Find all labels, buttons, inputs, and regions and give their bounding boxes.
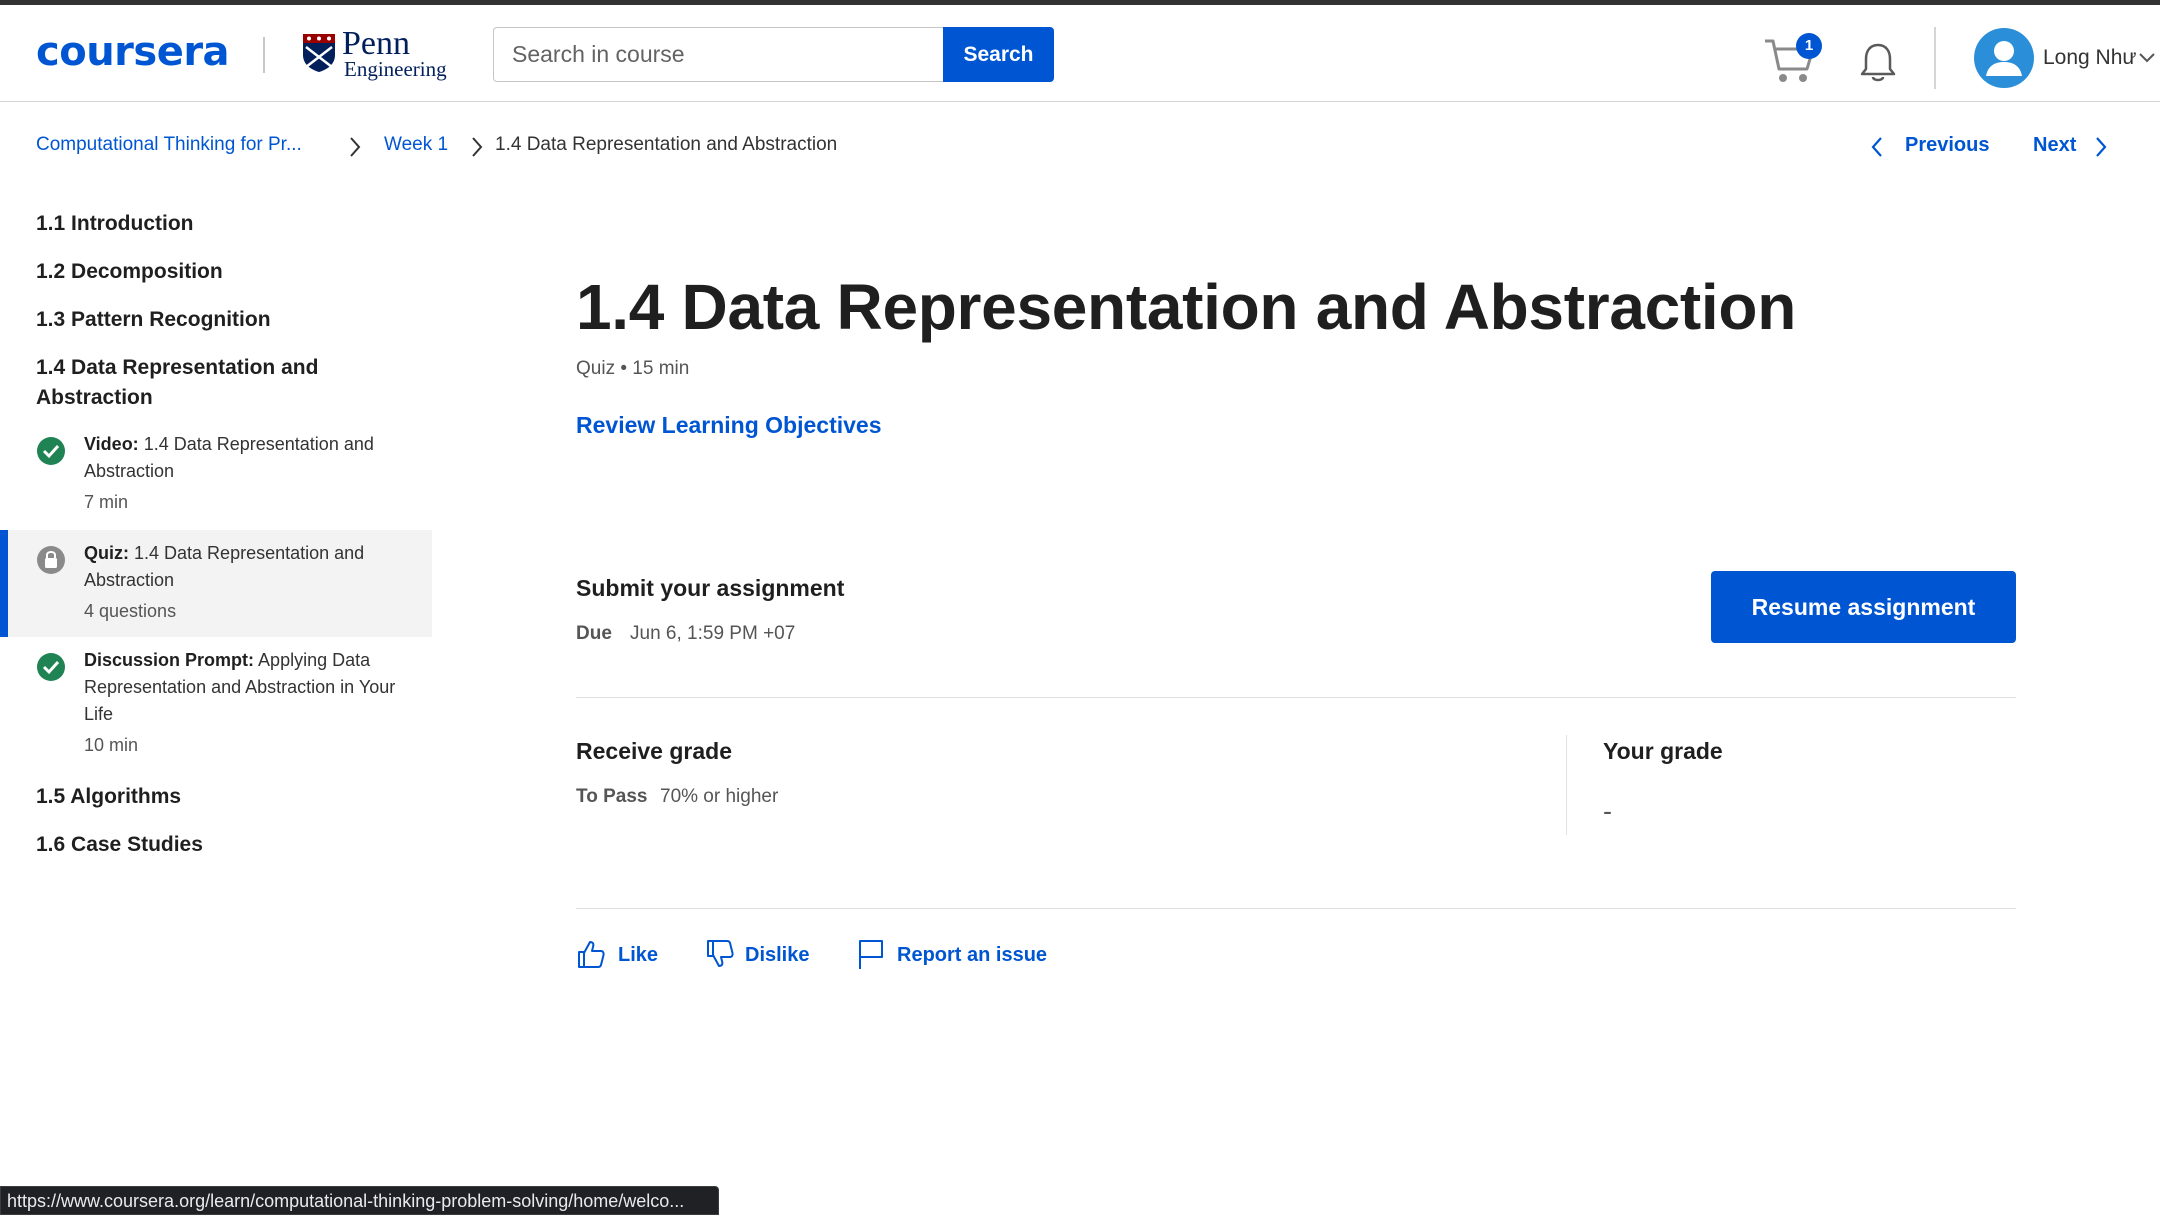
your-grade-heading: Your grade <box>1603 738 1723 764</box>
sidebar-item-quiz[interactable]: Quiz: 1.4 Data Representation and Abstra… <box>0 530 432 637</box>
active-indicator <box>0 530 8 637</box>
item-meta: 4 questions <box>84 601 177 621</box>
coursera-logo[interactable]: coursera <box>36 29 230 75</box>
divider <box>576 697 2016 698</box>
lock-icon <box>37 546 65 574</box>
like-button[interactable]: Like <box>576 938 659 972</box>
dislike-label: Dislike <box>745 944 810 966</box>
your-grade-value: - <box>1603 796 1612 826</box>
sidebar-item-discussion[interactable]: Discussion Prompt: Applying Data Represe… <box>0 646 432 766</box>
check-circle-icon <box>37 437 65 465</box>
bell-icon[interactable] <box>1858 41 1898 83</box>
like-label: Like <box>618 944 659 966</box>
due-label: Due <box>576 623 612 644</box>
sidebar-section-1-4[interactable]: 1.4 Data Representation and Abstraction <box>36 353 376 413</box>
thumbs-up-icon <box>578 941 605 968</box>
sidebar-item-video[interactable]: Video: 1.4 Data Representation and Abstr… <box>0 430 432 530</box>
sidebar-section-1-5[interactable]: 1.5 Algorithms <box>36 782 181 812</box>
item-type: Video: <box>84 434 139 454</box>
page-subtitle: Quiz • 15 min <box>576 358 690 379</box>
to-pass-value: 70% or higher <box>660 786 779 807</box>
item-type: Quiz: <box>84 543 129 563</box>
submit-heading: Submit your assignment <box>576 575 845 601</box>
chevron-left-icon[interactable] <box>1870 136 1884 158</box>
header-divider <box>263 37 265 73</box>
sidebar-section-1-2[interactable]: 1.2 Decomposition <box>36 257 223 287</box>
breadcrumb-week[interactable]: Week 1 <box>384 134 448 156</box>
penn-engineering-logo[interactable]: Penn Engineering <box>300 25 447 83</box>
user-avatar-icon[interactable] <box>1974 28 2034 88</box>
report-issue-button[interactable]: Report an issue <box>856 938 1047 972</box>
item-type: Discussion Prompt: <box>84 650 255 670</box>
previous-button[interactable]: Previous <box>1905 134 1989 157</box>
sidebar-item-text: Quiz: 1.4 Data Representation and Abstra… <box>84 540 404 594</box>
penn-shield-icon <box>303 34 335 72</box>
header-divider <box>1934 27 1936 89</box>
item-meta: 10 min <box>84 735 139 755</box>
breadcrumb-course[interactable]: Computational Thinking for Pr... <box>36 134 302 156</box>
chevron-right-icon <box>472 137 483 157</box>
chevron-right-icon <box>350 137 361 157</box>
review-learning-objectives-link[interactable]: Review Learning Objectives <box>576 412 882 439</box>
report-label: Report an issue <box>897 944 1048 966</box>
penn-subtitle: Engineering <box>344 57 447 81</box>
sidebar-section-1-6[interactable]: 1.6 Case Studies <box>36 830 203 860</box>
to-pass-label: To Pass <box>576 786 648 807</box>
browser-status-url: https://www.coursera.org/learn/computati… <box>0 1186 719 1215</box>
sidebar-item-text: Discussion Prompt: Applying Data Represe… <box>84 647 404 728</box>
resume-assignment-button[interactable]: Resume assignment <box>1711 571 2016 643</box>
user-name[interactable]: Long Như <box>2043 46 2136 70</box>
chevron-down-icon[interactable] <box>2138 52 2156 64</box>
page-title: 1.4 Data Representation and Abstraction <box>576 271 1796 343</box>
divider <box>576 908 2016 909</box>
flag-icon <box>859 940 883 969</box>
grade-divider <box>1566 735 1567 835</box>
due-value: Jun 6, 1:59 PM +07 <box>630 623 796 644</box>
cart-count-badge: 1 <box>1796 33 1822 59</box>
item-meta: 7 min <box>84 492 129 512</box>
search-input[interactable] <box>493 27 943 82</box>
next-button[interactable]: Next <box>2033 134 2076 157</box>
receive-grade-heading: Receive grade <box>576 738 732 764</box>
sidebar-section-1-3[interactable]: 1.3 Pattern Recognition <box>36 305 271 335</box>
chevron-right-icon[interactable] <box>2094 136 2108 158</box>
top-header: coursera Penn Engineering Search 1 Long … <box>0 5 2160 102</box>
search-button[interactable]: Search <box>943 27 1054 82</box>
sidebar-item-text: Video: 1.4 Data Representation and Abstr… <box>84 431 404 485</box>
breadcrumb-current: 1.4 Data Representation and Abstraction <box>495 134 838 155</box>
check-circle-icon <box>37 653 65 681</box>
dislike-button[interactable]: Dislike <box>705 938 810 972</box>
thumbs-down-icon <box>707 940 734 967</box>
sidebar-section-1-1[interactable]: 1.1 Introduction <box>36 209 194 239</box>
